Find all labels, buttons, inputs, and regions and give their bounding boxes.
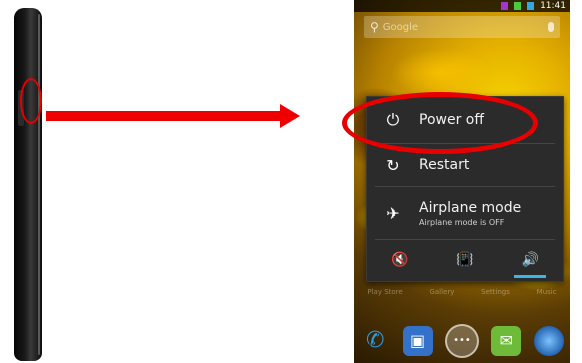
app-label: Music (536, 288, 557, 296)
search-text: Google (382, 21, 419, 33)
sound-on-icon[interactable]: 🔊 (510, 246, 550, 278)
mic-icon[interactable] (548, 22, 554, 32)
search-widget[interactable]: ⚲ Google (364, 16, 560, 38)
restart-icon: ↻ (386, 155, 400, 175)
sim2-signal-icon (514, 2, 522, 10)
phone-screen: 11:41 ⚲ Google ⏻ Power off ↻ Restart ✈ A… (354, 0, 570, 363)
sound-mode-row: 🔇 📳 🔊 (367, 240, 563, 280)
phone-edge (38, 14, 40, 355)
phone-icon[interactable]: ✆ (360, 326, 390, 356)
arrow-head-icon (280, 104, 300, 128)
dock: ✆ ▣ ••• ✉ (354, 318, 570, 363)
restart-label: Restart (419, 157, 470, 173)
app-label: Settings (481, 288, 510, 296)
airplane-text: Airplane mode Airplane mode is OFF (419, 200, 521, 227)
app-drawer-icon[interactable]: ••• (444, 323, 479, 358)
airplane-mode-option[interactable]: ✈ Airplane mode Airplane mode is OFF (367, 187, 563, 239)
app-label: Play Store (367, 288, 403, 296)
home-app-labels: Play Store Gallery Settings Music (354, 288, 570, 296)
search-icon: ⚲ (370, 20, 379, 34)
browser-icon[interactable] (533, 325, 564, 356)
messaging-icon[interactable]: ✉ (491, 325, 522, 356)
silent-icon[interactable]: 🔇 (380, 246, 420, 274)
phone-side-view (14, 8, 42, 361)
power-key-highlight-circle (20, 78, 42, 124)
airplane-label: Airplane mode (419, 199, 522, 216)
status-bar: 11:41 (354, 0, 570, 12)
arrow-shaft (46, 111, 282, 121)
contacts-icon[interactable]: ▣ (402, 325, 433, 356)
airplane-icon: ✈ (386, 203, 400, 223)
battery-icon (527, 2, 535, 10)
app-label: Gallery (429, 288, 455, 296)
vibrate-icon[interactable]: 📳 (445, 246, 485, 274)
status-clock: 11:41 (540, 1, 566, 11)
airplane-status: Airplane mode is OFF (419, 217, 505, 227)
sim1-signal-icon (501, 2, 509, 10)
power-off-highlight-circle (342, 92, 538, 154)
